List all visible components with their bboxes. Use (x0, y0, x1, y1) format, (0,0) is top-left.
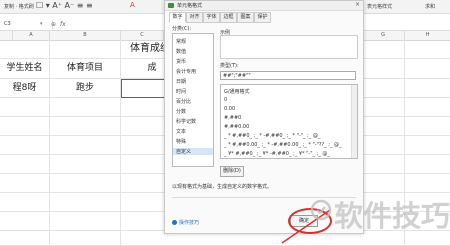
list-item[interactable]: 科学记数 (176, 118, 196, 125)
lightbulb-icon (172, 220, 177, 225)
chevron-down-icon[interactable]: ▾ (40, 20, 43, 29)
list-item[interactable]: 文本 (176, 128, 186, 135)
list-item[interactable]: _ ¥* #,##0_ ;_ ¥* -#,##0_ ;_ ¥* "-"_ ;_ … (224, 151, 349, 157)
list-item[interactable]: #,##0.00 (224, 124, 249, 130)
tab-alignment[interactable]: 对齐 (186, 12, 203, 23)
tab-font[interactable]: 字体 (203, 12, 220, 23)
column-b-header[interactable]: B (50, 31, 121, 40)
column-h-header[interactable]: H (405, 31, 450, 40)
list-item[interactable]: 会计专用 (176, 68, 196, 75)
name-box[interactable]: C3 (1, 20, 53, 29)
category-list[interactable]: 常规 数值 货币 会计专用 日期 时间 百分比 分数 科学记数 文本 特殊 自定… (172, 33, 214, 167)
header-student-name[interactable]: 学生姓名 (0, 59, 49, 77)
watermark-text: 软件技巧 (334, 199, 450, 233)
list-item[interactable]: 日期 (176, 78, 186, 85)
list-item[interactable]: _ * #,##0.00_ ;_ * -#,##0.00_ ;_ * "-"??… (224, 142, 349, 148)
cell-student-name[interactable]: 程8呀 (0, 79, 49, 97)
fx-icon[interactable]: fx (60, 20, 66, 29)
list-item[interactable]: _ * #,##0_ ;_ * -#,##0_ ;_ * "-"_ ;_ @_ (224, 133, 349, 139)
tips-link[interactable]: 操作技巧 (172, 219, 199, 226)
category-label: 分类(C): (172, 26, 192, 32)
list-item[interactable]: 0.00 (224, 106, 235, 112)
cell-style-button[interactable]: 表元格样式 (367, 3, 392, 10)
divider (172, 197, 356, 198)
app-icon (168, 3, 174, 8)
column-a-header[interactable]: A (13, 31, 50, 40)
tab-number[interactable]: 数字 (169, 12, 186, 23)
header-sport[interactable]: 体育项目 (50, 59, 120, 77)
watermark-logo (310, 199, 332, 221)
type-label: 类型(T): (220, 63, 239, 69)
tab-border[interactable]: 边框 (220, 12, 237, 23)
format-description: 以现有格式为基础，生成自定义的数字格式。 (172, 184, 273, 190)
list-item[interactable]: 时间 (176, 88, 186, 95)
cell-sport[interactable]: 跑步 (50, 79, 120, 97)
list-item[interactable]: 百分比 (176, 98, 191, 105)
header-score[interactable]: 成 (140, 59, 164, 77)
list-item[interactable]: 0 (224, 97, 227, 103)
column-c-header[interactable]: C (121, 31, 164, 40)
column-g-header[interactable]: G (362, 31, 405, 40)
list-item-selected[interactable]: 自定义 (173, 148, 213, 155)
tips-label: 操作技巧 (179, 220, 200, 226)
list-item[interactable]: 分数 (176, 108, 186, 115)
sample-preview (220, 35, 358, 59)
type-input[interactable]: ##";"##"" (220, 71, 356, 80)
tab-protection[interactable]: 保护 (254, 12, 271, 23)
list-item[interactable]: 常规 (176, 38, 186, 45)
delete-button[interactable]: 删除(D) (220, 166, 244, 177)
scrollbar[interactable] (351, 85, 357, 158)
dialog-title: 单元格格式 (177, 3, 203, 9)
list-item[interactable]: 特殊 (176, 138, 186, 145)
list-item[interactable]: 数值 (176, 48, 186, 55)
font-color-icon[interactable]: A (130, 1, 135, 9)
selected-cell-c3[interactable] (121, 79, 166, 98)
toolbar-icons: ☐ ▾ A⁺ A⁻ ≡ ≡ (36, 1, 93, 10)
zoom-icon[interactable]: ⊕ (51, 20, 56, 29)
close-icon[interactable]: × (355, 1, 360, 8)
corner-cell[interactable] (0, 31, 13, 40)
format-list[interactable]: G/通用格式 0 0.00 #,##0 #,##0.00 _ * #,##0_ … (220, 84, 358, 159)
list-item[interactable]: 货币 (176, 58, 186, 65)
dialog-titlebar[interactable]: 单元格格式 × (165, 1, 363, 11)
list-item[interactable]: G/通用格式 (224, 88, 250, 95)
sum-button[interactable]: 求和 (425, 3, 435, 10)
tab-pattern[interactable]: 图案 (237, 12, 254, 23)
copy-format-button[interactable]: 复制 · 格式刷 (4, 3, 34, 10)
list-item[interactable]: #,##0 (224, 115, 241, 121)
